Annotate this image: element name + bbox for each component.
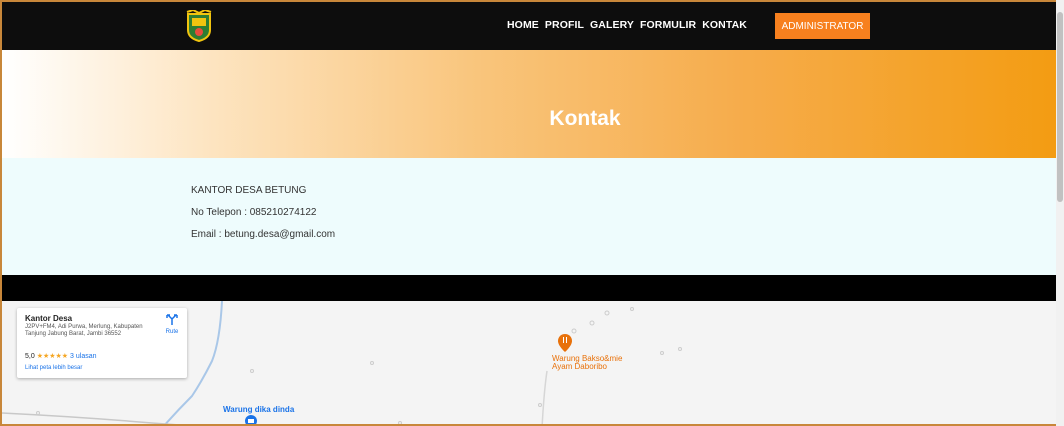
place-rating: 5,0 ★★★★★ 3 ulasan [25,352,97,360]
page-frame: HOME PROFIL GALERY FORMULIR KONTAK ADMIN… [0,0,1064,426]
restaurant-pin-icon[interactable] [558,334,572,352]
email-address: Email : betung.desa@gmail.com [191,229,336,240]
place-title: Kantor Desa [25,314,73,323]
place-address: J2PV+FM4, Adi Purwa, Merlung, Kabupaten … [25,324,143,337]
administrator-button[interactable]: ADMINISTRATOR [775,13,870,39]
rating-stars: ★★★★★ [36,353,69,360]
phone-number: No Telepon : 085210274122 [191,207,317,218]
navbar: HOME PROFIL GALERY FORMULIR KONTAK ADMIN… [2,2,1058,50]
poi-warung-bakso[interactable]: Warung Bakso&mie Ayam Daboribo [552,354,622,371]
footer-band [2,275,1058,301]
nav-home[interactable]: HOME [507,19,539,31]
nav-galery[interactable]: GALERY [590,19,634,31]
office-name: KANTOR DESA BETUNG [191,185,307,196]
route-button[interactable]: Rute [162,313,182,335]
reviews-link[interactable]: 3 ulasan [70,353,96,360]
nav-formulir[interactable]: FORMULIR [640,19,696,31]
page-title: Kontak [549,107,621,130]
larger-map-link[interactable]: Lihat peta lebih besar [25,365,82,371]
rating-value: 5,0 [25,353,35,360]
village-logo[interactable] [185,8,213,43]
poi-warung-dika-dinda[interactable]: Warung dika dinda [223,405,294,414]
map-place-card: Kantor Desa J2PV+FM4, Adi Purwa, Merlung… [17,308,187,378]
nav-links: HOME PROFIL GALERY FORMULIR KONTAK [507,19,747,31]
contact-info-section: KANTOR DESA BETUNG No Telepon : 08521027… [2,158,1058,275]
poi-warung-bakso-line2: Ayam Daboribo [552,362,607,371]
shop-pin-icon[interactable] [245,415,257,426]
route-label: Rute [165,329,179,335]
directions-icon [166,314,178,325]
page-scrollbar[interactable] [1056,0,1064,426]
scrollbar-thumb[interactable] [1057,12,1063,202]
hero-banner: Kontak [2,50,1058,158]
nav-kontak[interactable]: KONTAK [702,19,747,31]
nav-profil[interactable]: PROFIL [545,19,584,31]
